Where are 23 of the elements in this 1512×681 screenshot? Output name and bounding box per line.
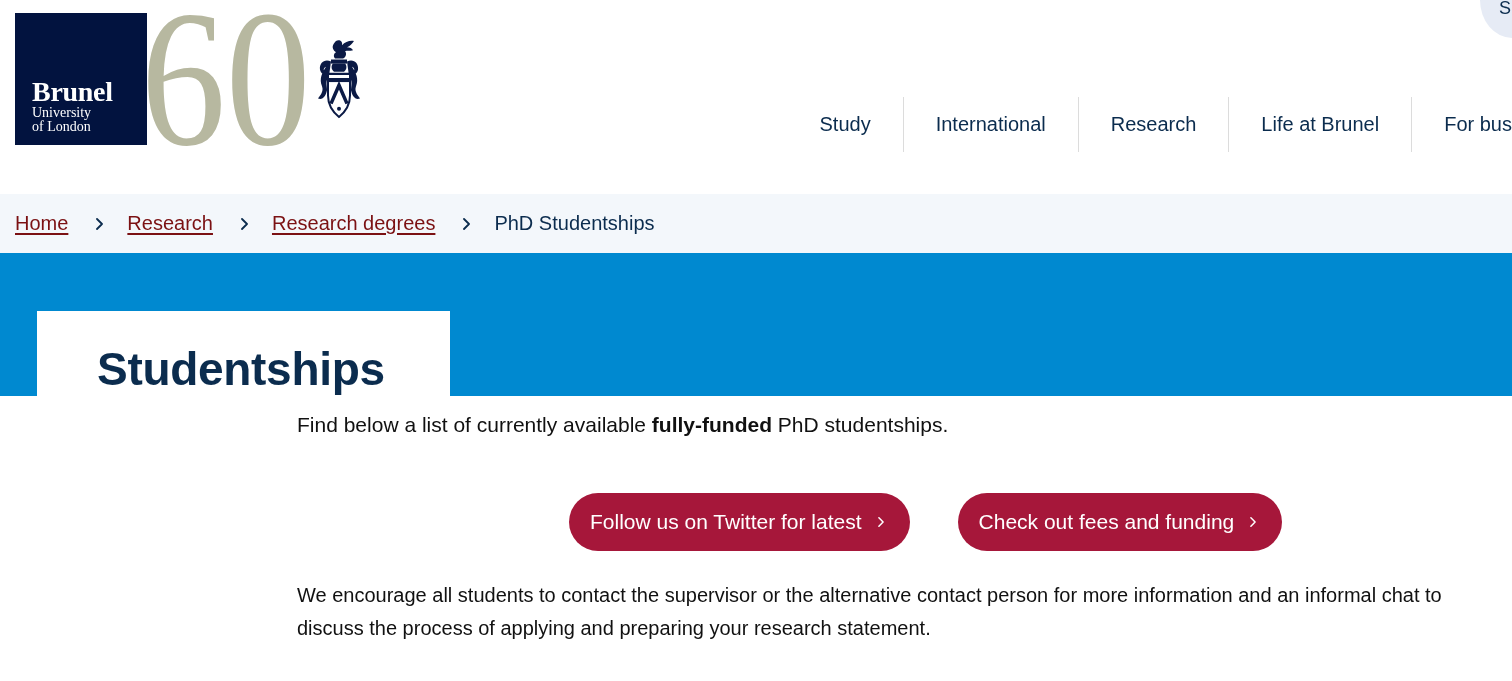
- nav-link[interactable]: Research: [1077, 97, 1229, 152]
- intro-text: Find below a list of currently available fully-funded PhD studentships.: [297, 412, 950, 438]
- crest-icon: [317, 39, 361, 119]
- logo-wordmark: Brunel: [32, 78, 113, 106]
- corner-button[interactable]: S: [1480, 0, 1512, 38]
- logo-subtitle: University of London: [32, 106, 93, 134]
- nav-link[interactable]: International: [902, 97, 1078, 152]
- cta-button[interactable]: Check out fees and funding: [957, 493, 1283, 551]
- chevron-right-icon: [1250, 517, 1257, 527]
- breadcrumb-link[interactable]: Home: [15, 212, 69, 235]
- nav-link[interactable]: Life at Brunel: [1228, 97, 1412, 152]
- body-text: We encourage all students to contact the supervisor or the alternative contact person for more information and an informal chat to discuss the process of applying and preparing your research statement.: [297, 583, 1443, 641]
- cta-button[interactable]: Follow us on Twitter for latest: [569, 493, 910, 551]
- breadcrumb-current: PhD Studentships: [494, 212, 655, 235]
- chevron-right-icon: [96, 217, 104, 230]
- nav-link[interactable]: For bus: [1411, 97, 1512, 152]
- breadcrumb-link[interactable]: Research degrees: [271, 212, 436, 235]
- anniversary-numeral: 60: [141, 10, 311, 146]
- chevron-right-icon: [240, 217, 248, 230]
- chevron-right-icon: [877, 517, 884, 527]
- breadcrumb-link[interactable]: Research: [127, 212, 213, 235]
- chevron-right-icon: [463, 217, 471, 230]
- nav-link[interactable]: Study: [787, 97, 903, 152]
